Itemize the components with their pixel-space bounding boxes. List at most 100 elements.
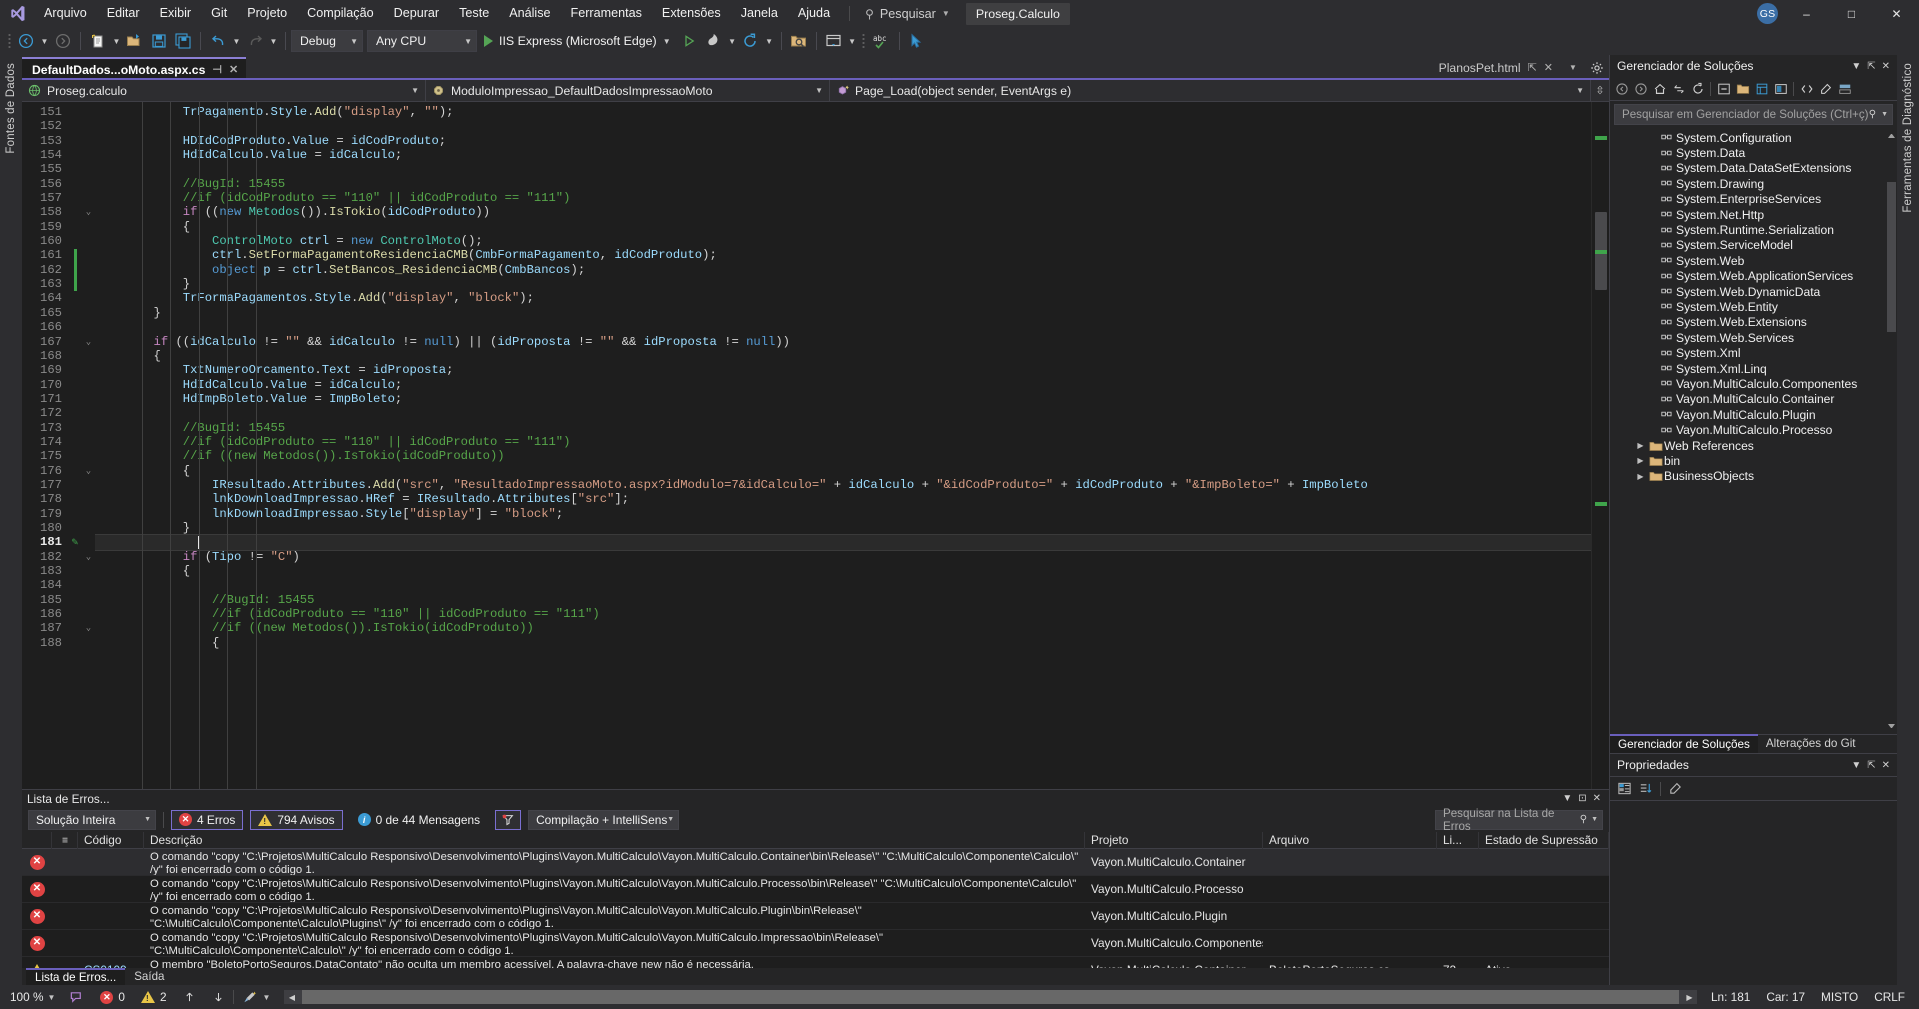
tree-node[interactable]: System.Data.DataSetExtensions (1610, 161, 1897, 176)
pin-icon[interactable]: ⇱ (1864, 61, 1878, 72)
se-filter-icon[interactable] (1835, 79, 1854, 99)
se-show-all-files-icon[interactable] (1733, 79, 1752, 99)
tree-node[interactable]: Vayon.MultiCalculo.Container (1610, 392, 1897, 407)
row-pin-cell[interactable] (52, 930, 78, 956)
outlining-margin[interactable]: ⌄ ⌄ ⌄ ⌄ ⌄ (82, 102, 95, 789)
menu-teste[interactable]: Teste (449, 0, 499, 27)
se-collapse-all-icon[interactable] (1714, 79, 1733, 99)
status-line-endings[interactable]: CRLF (1866, 985, 1919, 1009)
global-search-box[interactable]: ⚲ Pesquisar ▼ (859, 3, 956, 25)
menu-janela[interactable]: Janela (731, 0, 788, 27)
data-sources-tab[interactable]: Fontes de Dados (5, 63, 17, 154)
se-sync-icon[interactable] (1688, 79, 1707, 99)
tab-git-changes[interactable]: Alterações do Git (1758, 734, 1864, 753)
redo-button[interactable] (243, 29, 267, 53)
tab-list-dropdown-button[interactable]: ▼ (1561, 57, 1585, 79)
error-filter-toggle[interactable] (495, 809, 522, 830)
tree-node[interactable]: System.Web.ApplicationServices (1610, 269, 1897, 284)
new-item-dropdown-icon[interactable]: ▼ (110, 29, 123, 53)
navigate-back-button[interactable] (14, 29, 38, 53)
document-tab-planospet[interactable]: PlanosPet.html ⇱ ✕ (1428, 56, 1561, 79)
tree-node[interactable]: System.Web (1610, 253, 1897, 268)
feedback-button[interactable] (61, 985, 92, 1009)
maximize-button[interactable]: □ (1829, 0, 1874, 27)
diagnostic-tools-tab[interactable]: Ferramentas de Diagnóstico (1902, 63, 1914, 213)
tree-node[interactable]: System.Runtime.Serialization (1610, 222, 1897, 237)
se-forward-icon[interactable] (1631, 79, 1650, 99)
window-layout-dropdown-icon[interactable]: ▼ (846, 29, 859, 53)
tree-node[interactable]: ▶ bin (1610, 453, 1897, 468)
column-file[interactable]: Arquivo (1263, 832, 1437, 849)
row-pin-cell[interactable] (52, 903, 78, 929)
close-icon[interactable]: ✕ (1544, 61, 1553, 74)
close-icon[interactable]: ✕ (1879, 760, 1893, 771)
tree-node[interactable]: System.Drawing (1610, 176, 1897, 191)
outline-toggle[interactable]: ⌄ (82, 205, 95, 219)
outline-toggle[interactable]: ⌄ (82, 550, 95, 564)
column-project[interactable]: Projeto (1085, 832, 1263, 849)
menu-arquivo[interactable]: Arquivo (34, 0, 97, 27)
navigate-forward-button[interactable] (51, 29, 75, 53)
tree-node[interactable]: System.Net.Http (1610, 207, 1897, 222)
save-button[interactable] (147, 29, 171, 53)
pin-icon[interactable]: ⇱ (1864, 760, 1878, 771)
tree-node[interactable]: System.Xml.Linq (1610, 361, 1897, 376)
table-row[interactable]: ✕ O comando "copy "C:\Projetos\MultiCalcu… (22, 903, 1609, 930)
close-icon[interactable]: ✕ (1879, 61, 1893, 72)
menu-exibir[interactable]: Exibir (150, 0, 202, 27)
tab-settings-button[interactable] (1585, 57, 1609, 79)
tree-node[interactable]: Vayon.MultiCalculo.Processo (1610, 422, 1897, 437)
prev-issue-button[interactable] (175, 985, 204, 1009)
close-button[interactable]: ✕ (1874, 0, 1919, 27)
spell-check-icon[interactable]: abc (869, 29, 894, 53)
se-back-icon[interactable] (1612, 79, 1631, 99)
se-pending-changes-icon[interactable] (1669, 79, 1688, 99)
tree-scrollbar[interactable] (1886, 128, 1897, 734)
close-icon[interactable]: ✕ (1590, 793, 1604, 804)
nav-member-dropdown[interactable]: Page_Load(object sender, EventArgs e) ▼ (830, 80, 1591, 101)
tree-node[interactable]: System.Web.Services (1610, 330, 1897, 345)
redo-dropdown-icon[interactable]: ▼ (267, 29, 280, 53)
chevron-right-icon[interactable]: ▶ (1634, 441, 1647, 450)
tree-node[interactable]: System.ServiceModel (1610, 238, 1897, 253)
undo-button[interactable] (206, 29, 230, 53)
errors-filter-button[interactable]: ✕ 4 Erros (171, 809, 244, 830)
outline-toggle[interactable]: ⌄ (82, 621, 95, 635)
tree-scrollbar-thumb[interactable] (1887, 182, 1896, 332)
error-scope-select[interactable]: Solução Inteira ▼ (28, 809, 156, 830)
column-line[interactable]: Li... (1437, 832, 1479, 849)
row-pin-cell[interactable] (52, 876, 78, 902)
column-suppression[interactable]: Estado de Supressão (1479, 832, 1609, 849)
chevron-down-icon[interactable]: ▼ (1848, 760, 1864, 771)
float-icon[interactable]: ⇱ (1528, 61, 1537, 74)
nav-type-dropdown[interactable]: ModuloImpressao_DefaultDadosImpressaoMot… (426, 80, 830, 101)
properties-categorized-icon[interactable] (1615, 779, 1634, 799)
row-pin-cell[interactable] (52, 957, 78, 968)
nav-project-dropdown[interactable]: Proseg.calculo ▼ (22, 80, 426, 101)
horizontal-scrollbar-thumb[interactable] (302, 990, 1679, 1004)
toolbar-grip-2[interactable] (859, 31, 869, 51)
tree-node[interactable]: System.Data (1610, 145, 1897, 160)
window-layout-icon[interactable] (822, 29, 846, 53)
tab-solution-explorer[interactable]: Gerenciador de Soluções (1610, 734, 1758, 753)
scroll-down-arrow-icon[interactable] (1888, 724, 1895, 731)
row-pin-cell[interactable] (52, 849, 78, 875)
minimize-button[interactable]: – (1784, 0, 1829, 27)
warnings-filter-button[interactable]: 794 Avisos (250, 809, 343, 830)
scroll-up-arrow-icon[interactable] (1888, 131, 1895, 138)
code-text-area[interactable]: TrPagamento.Style.Add("display", ""); HD… (95, 102, 1591, 789)
tree-node[interactable]: Vayon.MultiCalculo.Componentes (1610, 376, 1897, 391)
se-search-options-icon[interactable] (1816, 79, 1835, 99)
properties-pages-icon[interactable] (1666, 779, 1685, 799)
menu-projeto[interactable]: Projeto (237, 0, 297, 27)
se-view-code-icon[interactable] (1797, 79, 1816, 99)
se-home-icon[interactable] (1650, 79, 1669, 99)
table-row[interactable]: CS0109 O membro "BoletoPortoSeguros.DataC… (22, 957, 1609, 968)
table-row[interactable]: ✕ O comando "copy "C:\Projetos\MultiCalcu… (22, 849, 1609, 876)
menu-compilacao[interactable]: Compilação (297, 0, 384, 27)
table-row[interactable]: ✕ O comando "copy "C:\Projetos\MultiCalcu… (22, 930, 1609, 957)
next-issue-button[interactable] (204, 985, 233, 1009)
tab-error-list[interactable]: Lista de Erros... (26, 968, 126, 985)
tree-node[interactable]: System.EnterpriseServices (1610, 192, 1897, 207)
solution-tree[interactable]: System.Configuration System.Data System.Da… (1610, 128, 1897, 734)
